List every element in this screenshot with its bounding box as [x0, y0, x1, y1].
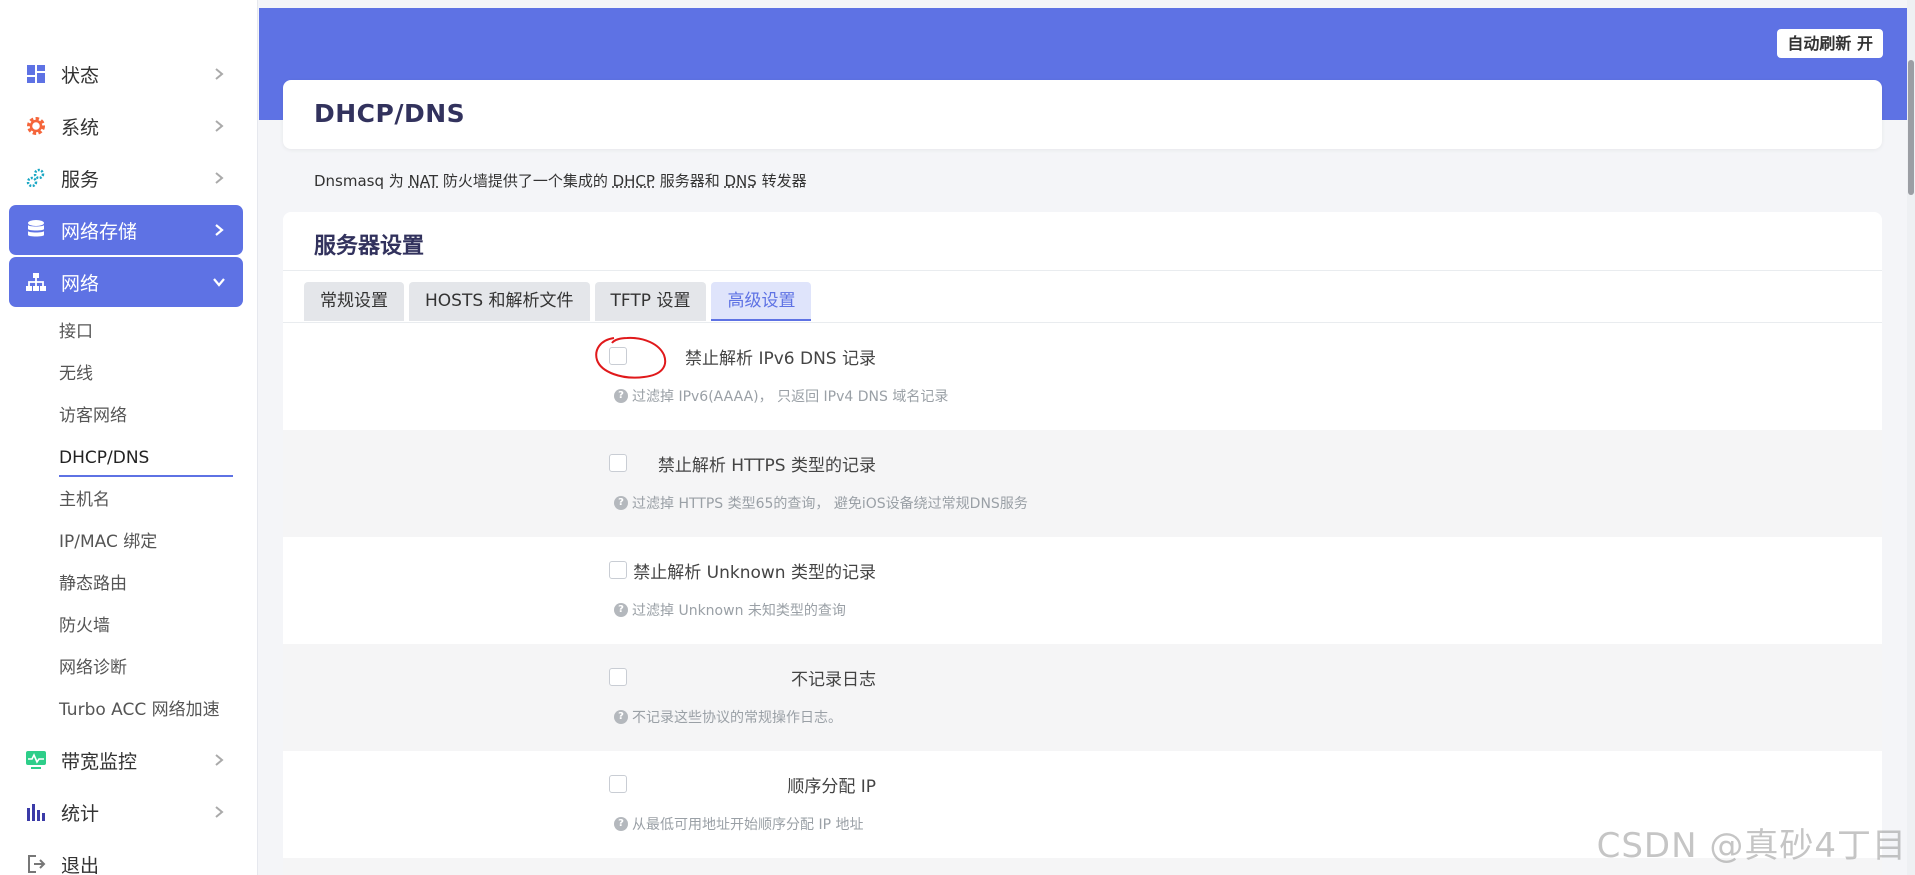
- sidebar-subitem-ip-mac-binding[interactable]: IP/MAC 绑定: [0, 521, 257, 563]
- description-text: 防火墙提供了一个集成的: [438, 172, 613, 190]
- sidebar-subitem-turbo-acc[interactable]: Turbo ACC 网络加速: [0, 689, 257, 731]
- setting-label: 禁止解析 IPv6 DNS 记录: [685, 349, 876, 369]
- description-text: 转发器: [756, 172, 807, 190]
- sidebar-subitem-static-routes[interactable]: 静态路由: [0, 563, 257, 605]
- help-icon: ?: [614, 603, 628, 617]
- sidebar-subitem-firewall[interactable]: 防火墙: [0, 605, 257, 647]
- help-icon: ?: [614, 496, 628, 510]
- chevron-right-icon: [211, 66, 227, 82]
- filter-aaaa-checkbox[interactable]: [609, 347, 627, 365]
- setting-hint: ? 过滤掉 HTTPS 类型65的查询， 避免iOS设备绕过常规DNS服务: [614, 493, 1028, 513]
- tab-hosts-resolv[interactable]: HOSTS 和解析文件: [409, 282, 590, 321]
- filter-unknown-checkbox[interactable]: [609, 561, 627, 579]
- sidebar-subitem-wireless[interactable]: 无线: [0, 353, 257, 395]
- page-title: DHCP/DNS: [314, 99, 466, 128]
- sidebar-item-status[interactable]: 状态: [9, 49, 243, 99]
- setting-label: 禁止解析 HTTPS 类型的记录: [657, 456, 876, 476]
- abbr-nat: NAT: [408, 172, 439, 190]
- settings-tabs: 常规设置 HOSTS 和解析文件 TFTP 设置 高级设置: [304, 282, 816, 321]
- sidebar-item-label: 网络: [61, 272, 100, 295]
- description-text: Dnsmasq 为: [314, 172, 409, 190]
- setting-hint: ? 从最低可用地址开始顺序分配 IP 地址: [614, 814, 863, 834]
- abbr-dhcp: DHCP: [612, 172, 655, 190]
- setting-row-filter-https: 禁止解析 HTTPS 类型的记录 ? 过滤掉 HTTPS 类型65的查询， 避免i…: [283, 430, 1882, 537]
- sidebar-item-label: 状态: [61, 64, 100, 87]
- sidebar-item-label: 系统: [61, 116, 100, 139]
- sidebar: 状态 系统 服务 网络存储 网络 接口 无线 访客网络 DHCP/DNS 主机名…: [0, 0, 258, 875]
- sidebar-item-network-storage[interactable]: 网络存储: [9, 205, 243, 255]
- tab-tftp[interactable]: TFTP 设置: [594, 282, 707, 321]
- dashboard-icon: [25, 63, 47, 85]
- server-settings-card: 服务器设置 常规设置 HOSTS 和解析文件 TFTP 设置 高级设置 禁止解析…: [283, 212, 1882, 875]
- sidebar-item-label: 网络存储: [61, 220, 138, 243]
- sidebar-item-statistics[interactable]: 统计: [9, 787, 243, 837]
- bar-chart-icon: [25, 801, 47, 823]
- sidebar-item-bandwidth-monitor[interactable]: 带宽监控: [9, 735, 243, 785]
- help-icon: ?: [614, 389, 628, 403]
- help-icon: ?: [614, 710, 628, 724]
- quiet-log-checkbox[interactable]: [609, 668, 627, 686]
- sidebar-item-label: 退出: [61, 854, 100, 875]
- sidebar-item-system[interactable]: 系统: [9, 101, 243, 151]
- setting-hint: ? 过滤掉 Unknown 未知类型的查询: [614, 600, 846, 620]
- setting-row-quiet-log: 不记录日志 ? 不记录这些协议的常规操作日志。: [283, 644, 1882, 751]
- gear-icon: [25, 115, 47, 137]
- chevron-right-icon: [211, 170, 227, 186]
- hint-text: 过滤掉 Unknown 未知类型的查询: [632, 603, 846, 619]
- setting-label: 禁止解析 Unknown 类型的记录: [633, 563, 876, 583]
- help-icon: ?: [614, 817, 628, 831]
- services-icon: [25, 167, 47, 189]
- hint-text: 不记录这些协议的常规操作日志。: [632, 710, 842, 726]
- sidebar-item-label: 带宽监控: [61, 750, 138, 773]
- sidebar-subitem-interfaces[interactable]: 接口: [0, 311, 257, 353]
- description-text: 服务器和: [654, 172, 725, 190]
- network-submenu: 接口 无线 访客网络 DHCP/DNS 主机名 IP/MAC 绑定 静态路由 防…: [0, 311, 257, 731]
- chevron-down-icon: [211, 274, 227, 290]
- auto-refresh-toggle[interactable]: 自动刷新 开: [1777, 29, 1883, 58]
- sidebar-item-logout[interactable]: 退出: [9, 839, 243, 875]
- chevron-right-icon: [211, 118, 227, 134]
- sidebar-subitem-hostnames[interactable]: 主机名: [0, 479, 257, 521]
- sidebar-item-label: 统计: [61, 802, 100, 825]
- page-scrollbar[interactable]: [1907, 0, 1915, 875]
- sequential-ip-checkbox[interactable]: [609, 775, 627, 793]
- tab-general[interactable]: 常规设置: [304, 282, 404, 321]
- divider: [283, 270, 1882, 271]
- database-icon: [25, 219, 47, 241]
- chevron-right-icon: [211, 752, 227, 768]
- sidebar-subitem-diagnostics[interactable]: 网络诊断: [0, 647, 257, 689]
- monitor-icon: [25, 749, 47, 771]
- sidebar-item-network[interactable]: 网络: [9, 257, 243, 307]
- hint-text: 从最低可用地址开始顺序分配 IP 地址: [632, 817, 864, 833]
- setting-row-filter-aaaa: 禁止解析 IPv6 DNS 记录 ? 过滤掉 IPv6(AAAA)， 只返回 IP…: [283, 323, 1882, 430]
- chevron-right-icon: [211, 804, 227, 820]
- filter-https-checkbox[interactable]: [609, 454, 627, 472]
- chevron-right-icon: [211, 222, 227, 238]
- setting-row-filter-unknown: 禁止解析 Unknown 类型的记录 ? 过滤掉 Unknown 未知类型的查询: [283, 537, 1882, 644]
- tab-advanced[interactable]: 高级设置: [711, 282, 812, 321]
- page-description: Dnsmasq 为 NAT 防火墙提供了一个集成的 DHCP 服务器和 DNS …: [314, 170, 807, 191]
- abbr-dns: DNS: [724, 172, 757, 190]
- setting-hint: ? 过滤掉 IPv6(AAAA)， 只返回 IPv4 DNS 域名记录: [614, 386, 948, 406]
- page-title-card: DHCP/DNS: [283, 80, 1882, 149]
- sidebar-subitem-guest-network[interactable]: 访客网络: [0, 395, 257, 437]
- network-icon: [25, 271, 47, 293]
- sidebar-item-services[interactable]: 服务: [9, 153, 243, 203]
- watermark: CSDN @真砂4丁目: [1596, 826, 1907, 866]
- sidebar-item-label: 服务: [61, 168, 100, 191]
- scrollbar-thumb[interactable]: [1908, 60, 1914, 195]
- hint-text: 过滤掉 IPv6(AAAA)， 只返回 IPv4 DNS 域名记录: [632, 389, 949, 405]
- section-title: 服务器设置: [314, 234, 425, 259]
- setting-label: 不记录日志: [791, 670, 876, 690]
- logout-icon: [25, 853, 47, 875]
- sidebar-subitem-dhcp-dns[interactable]: DHCP/DNS: [0, 437, 257, 479]
- hint-text: 过滤掉 HTTPS 类型65的查询， 避免iOS设备绕过常规DNS服务: [632, 496, 1028, 512]
- setting-label: 顺序分配 IP: [787, 777, 876, 797]
- setting-hint: ? 不记录这些协议的常规操作日志。: [614, 707, 842, 727]
